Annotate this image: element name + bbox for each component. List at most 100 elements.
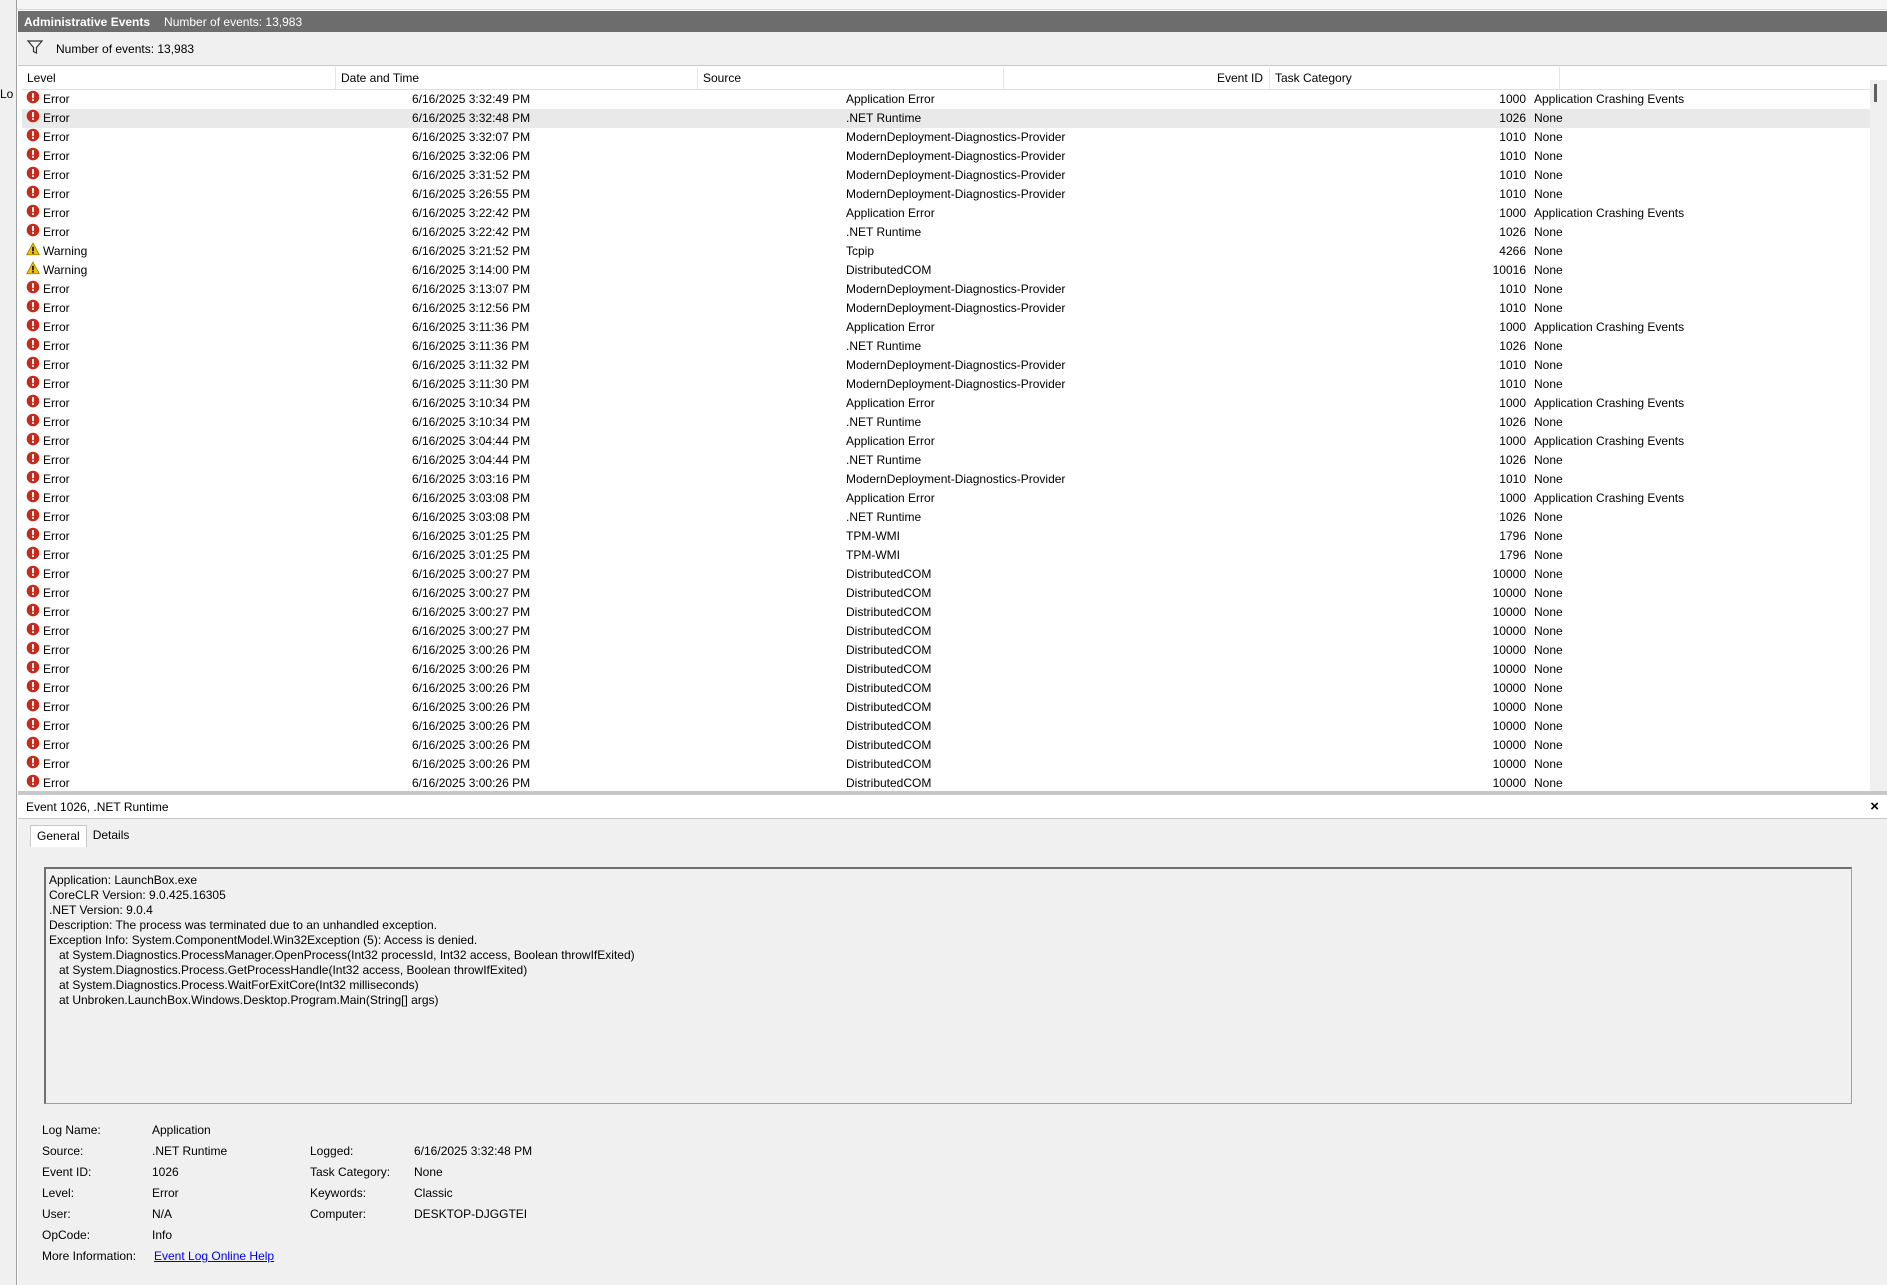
filter-icon[interactable]	[26, 38, 44, 59]
source-cell: DistributedCOM	[846, 263, 932, 277]
date-cell: 6/16/2025 3:11:30 PM	[412, 377, 530, 391]
column-header-date[interactable]: Date and Time	[336, 67, 698, 90]
column-header-task-category[interactable]: Task Category	[1270, 67, 1560, 90]
table-row[interactable]: Error 6/16/2025 3:00:26 PM DistributedCOM 1…	[22, 736, 1887, 755]
table-row[interactable]: Error 6/16/2025 3:00:26 PM DistributedCOM 1…	[22, 660, 1887, 679]
source-cell: Application Error	[846, 206, 935, 220]
date-cell: 6/16/2025 3:00:27 PM	[412, 624, 531, 638]
table-row[interactable]: Error 6/16/2025 3:11:36 PM Application Err…	[22, 318, 1887, 337]
table-row[interactable]: Error 6/16/2025 3:04:44 PM .NET Runtime 102…	[22, 451, 1887, 470]
level-text: Error	[43, 586, 70, 600]
table-row[interactable]: Error 6/16/2025 3:03:08 PM .NET Runtime 102…	[22, 508, 1887, 527]
task-category-cell: None	[1534, 510, 1563, 524]
table-row[interactable]: Error 6/16/2025 3:00:27 PM DistributedCOM 1…	[22, 565, 1887, 584]
level-cell: Error	[26, 109, 406, 128]
event-log-online-help-link[interactable]: Event Log Online Help	[154, 1249, 274, 1263]
event-id-cell: 10000	[1492, 738, 1526, 752]
table-row[interactable]: Error 6/16/2025 3:11:36 PM .NET Runtime 102…	[22, 337, 1887, 356]
date-cell: 6/16/2025 3:00:27 PM	[412, 586, 531, 600]
tab-details[interactable]: Details	[87, 825, 136, 847]
task-category-cell: None	[1534, 719, 1563, 733]
table-row[interactable]: Error 6/16/2025 3:32:48 PM .NET Runtime 102…	[22, 109, 1887, 128]
task-category-cell: None	[1534, 681, 1563, 695]
level-cell: Error	[26, 508, 406, 527]
close-icon[interactable]: ×	[1870, 795, 1879, 819]
table-row[interactable]: Error 6/16/2025 3:00:26 PM DistributedCOM 1…	[22, 774, 1887, 791]
level-text: Error	[43, 301, 70, 315]
source-label: Source:	[42, 1144, 84, 1158]
keywords-value: Classic	[414, 1186, 453, 1200]
task-category-cell: None	[1534, 738, 1563, 752]
table-row[interactable]: Error 6/16/2025 3:01:25 PM TPM-WMI 1796 None	[22, 527, 1887, 546]
table-row[interactable]: Error 6/16/2025 3:11:30 PM ModernDeploymen…	[22, 375, 1887, 394]
level-cell: Error	[26, 774, 406, 791]
table-row[interactable]: Error 6/16/2025 3:03:16 PM ModernDeploymen…	[22, 470, 1887, 489]
table-row[interactable]: Error 6/16/2025 3:04:44 PM Application Err…	[22, 432, 1887, 451]
level-text: Error	[43, 225, 70, 239]
table-row[interactable]: Warning 6/16/2025 3:14:00 PM DistributedCO…	[22, 260, 1887, 280]
table-row[interactable]: Error 6/16/2025 3:22:42 PM Application Err…	[22, 204, 1887, 223]
error-icon	[26, 223, 43, 243]
table-header: Level Date and Time Source Event ID Task…	[22, 67, 1887, 90]
level-cell: Error	[26, 413, 406, 432]
tab-general[interactable]: General	[30, 825, 87, 847]
source-cell: .NET Runtime	[846, 453, 922, 467]
table-row[interactable]: Error 6/16/2025 3:32:49 PM Application Err…	[22, 90, 1887, 109]
task-category-cell: None	[1534, 643, 1563, 657]
table-row[interactable]: Error 6/16/2025 3:00:26 PM DistributedCOM 1…	[22, 717, 1887, 736]
table-row[interactable]: Error 6/16/2025 3:32:07 PM ModernDeploymen…	[22, 128, 1887, 147]
table-row[interactable]: Error 6/16/2025 3:00:26 PM DistributedCOM 1…	[22, 641, 1887, 660]
date-cell: 6/16/2025 3:00:26 PM	[412, 643, 531, 657]
task-category-cell: None	[1534, 700, 1563, 714]
level-text: Error	[43, 415, 70, 429]
error-icon	[26, 451, 43, 471]
opcode-label: OpCode:	[42, 1228, 91, 1242]
task-category-cell: None	[1534, 282, 1563, 296]
error-icon	[26, 489, 43, 509]
table-row[interactable]: Error 6/16/2025 3:26:55 PM ModernDeploymen…	[22, 185, 1887, 204]
column-header-level[interactable]: Level	[22, 67, 336, 90]
table-row[interactable]: Error 6/16/2025 3:00:26 PM DistributedCOM 1…	[22, 679, 1887, 698]
event-id-cell: 1796	[1499, 529, 1526, 543]
date-cell: 6/16/2025 3:32:49 PM	[412, 92, 531, 106]
level-text: Error	[43, 491, 70, 505]
table-row[interactable]: Error 6/16/2025 3:10:34 PM Application Err…	[22, 394, 1887, 413]
table-row[interactable]: Error 6/16/2025 3:12:56 PM ModernDeploymen…	[22, 299, 1887, 318]
level-cell: Error	[26, 147, 406, 166]
date-cell: 6/16/2025 3:04:44 PM	[412, 453, 531, 467]
event-id-cell: 10000	[1492, 719, 1526, 733]
logged-value: 6/16/2025 3:32:48 PM	[414, 1144, 533, 1158]
level-text: Error	[43, 92, 70, 106]
table-row[interactable]: Error 6/16/2025 3:11:32 PM ModernDeploymen…	[22, 356, 1887, 375]
scrollbar-thumb[interactable]	[1874, 84, 1877, 102]
level-text: Error	[43, 168, 70, 182]
level-cell: Error	[26, 489, 406, 508]
warning-icon	[26, 241, 43, 262]
event-description-box[interactable]: Application: LaunchBox.exe CoreCLR Versio…	[44, 867, 1852, 1104]
level-cell: Error	[26, 584, 406, 603]
description-line: at System.Diagnostics.ProcessManager.Ope…	[49, 948, 635, 962]
table-row[interactable]: Error 6/16/2025 3:00:27 PM DistributedCOM 1…	[22, 603, 1887, 622]
table-row[interactable]: Error 6/16/2025 3:10:34 PM .NET Runtime 102…	[22, 413, 1887, 432]
table-row[interactable]: Error 6/16/2025 3:22:42 PM .NET Runtime 102…	[22, 223, 1887, 242]
column-header-event-id[interactable]: Event ID	[1004, 67, 1270, 90]
table-row[interactable]: Error 6/16/2025 3:00:26 PM DistributedCOM 1…	[22, 755, 1887, 774]
table-row[interactable]: Error 6/16/2025 3:03:08 PM Application Err…	[22, 489, 1887, 508]
table-row[interactable]: Error 6/16/2025 3:31:52 PM ModernDeploymen…	[22, 166, 1887, 185]
source-cell: .NET Runtime	[846, 111, 922, 125]
error-icon	[26, 337, 43, 357]
level-cell: Error	[26, 90, 406, 109]
task-category-value: None	[414, 1165, 443, 1179]
date-cell: 6/16/2025 3:10:34 PM	[412, 415, 531, 429]
table-row[interactable]: Error 6/16/2025 3:13:07 PM ModernDeploymen…	[22, 280, 1887, 299]
table-vertical-scrollbar[interactable]	[1870, 80, 1887, 791]
event-id-cell: 1026	[1499, 225, 1526, 239]
table-row[interactable]: Error 6/16/2025 3:00:27 PM DistributedCOM 1…	[22, 622, 1887, 641]
table-row[interactable]: Warning 6/16/2025 3:21:52 PM Tcpip 4266 None	[22, 241, 1887, 262]
column-header-source[interactable]: Source	[698, 67, 1004, 90]
event-id-cell: 10016	[1492, 263, 1526, 277]
table-row[interactable]: Error 6/16/2025 3:01:25 PM TPM-WMI 1796 None	[22, 546, 1887, 565]
table-row[interactable]: Error 6/16/2025 3:00:26 PM DistributedCOM 1…	[22, 698, 1887, 717]
table-row[interactable]: Error 6/16/2025 3:32:06 PM ModernDeploymen…	[22, 147, 1887, 166]
table-row[interactable]: Error 6/16/2025 3:00:27 PM DistributedCOM 1…	[22, 584, 1887, 603]
